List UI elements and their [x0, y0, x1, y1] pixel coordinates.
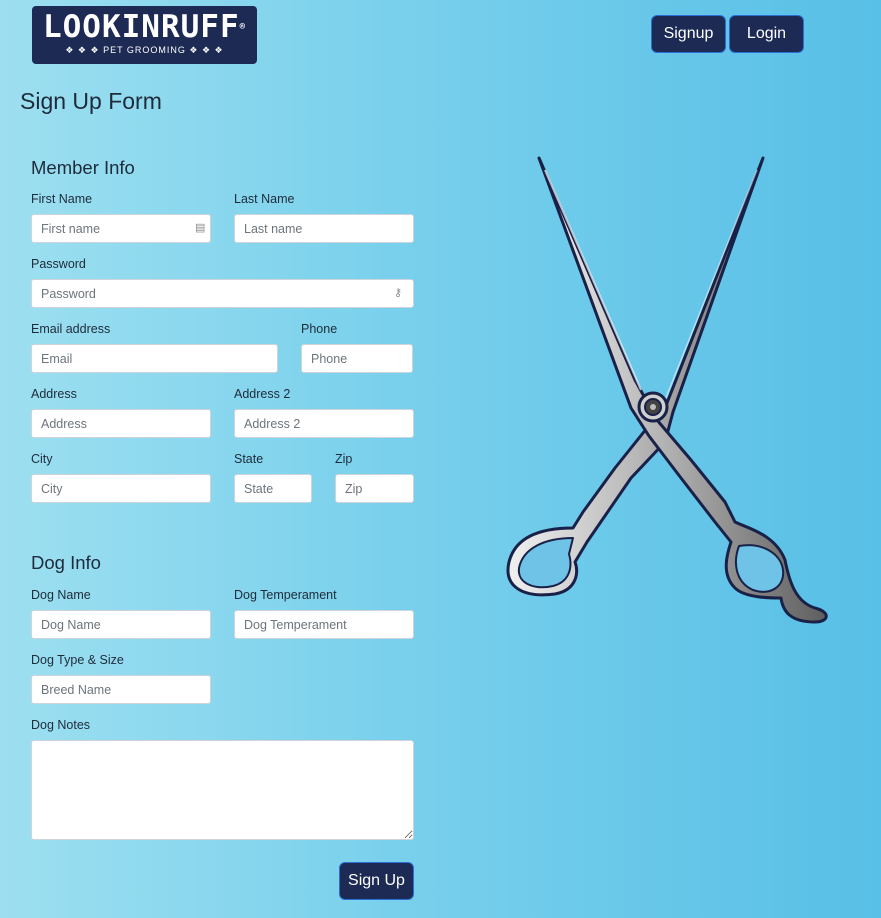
- phone-input[interactable]: [301, 344, 413, 373]
- first-name-input[interactable]: [31, 214, 211, 243]
- logo-tagline: ❖ ❖ ❖ PET GROOMING ❖ ❖ ❖: [65, 45, 224, 55]
- phone-label: Phone: [301, 322, 338, 336]
- key-icon[interactable]: ⚷: [394, 286, 402, 299]
- email-input[interactable]: [31, 344, 278, 373]
- zip-label: Zip: [335, 452, 353, 466]
- password-input[interactable]: [31, 279, 414, 308]
- dog-notes-label: Dog Notes: [31, 718, 91, 732]
- dog-temperament-label: Dog Temperament: [234, 588, 337, 602]
- dog-info-heading: Dog Info: [31, 552, 101, 573]
- sign-up-submit-button[interactable]: Sign Up: [339, 862, 414, 900]
- password-label: Password: [31, 257, 86, 271]
- address-input[interactable]: [31, 409, 211, 438]
- registered-mark: ®: [239, 22, 247, 32]
- email-label: Email address: [31, 322, 111, 336]
- dog-temperament-input[interactable]: [234, 610, 414, 639]
- dog-type-label: Dog Type & Size: [31, 653, 124, 667]
- address2-input[interactable]: [234, 409, 414, 438]
- last-name-label: Last Name: [234, 192, 295, 206]
- login-nav-button[interactable]: Login: [729, 15, 804, 53]
- member-info-heading: Member Info: [31, 157, 135, 178]
- state-label: State: [234, 452, 264, 466]
- dog-name-label: Dog Name: [31, 588, 91, 602]
- state-input[interactable]: [234, 474, 312, 503]
- logo-text: LOOKINRUFF: [42, 9, 240, 45]
- last-name-input[interactable]: [234, 214, 414, 243]
- address2-label: Address 2: [234, 387, 291, 401]
- logo[interactable]: LOOKINRUFF® ❖ ❖ ❖ PET GROOMING ❖ ❖ ❖: [32, 6, 257, 64]
- zip-input[interactable]: [335, 474, 414, 503]
- city-input[interactable]: [31, 474, 211, 503]
- dog-name-input[interactable]: [31, 610, 211, 639]
- page-title: Sign Up Form: [20, 88, 162, 114]
- first-name-label: First Name: [31, 192, 93, 206]
- contact-card-icon[interactable]: ▤: [195, 221, 205, 234]
- dog-notes-textarea[interactable]: [31, 740, 414, 840]
- city-label: City: [31, 452, 53, 466]
- address-label: Address: [31, 387, 77, 401]
- scissors-icon: [506, 156, 828, 624]
- signup-nav-button[interactable]: Signup: [651, 15, 726, 53]
- dog-type-input[interactable]: [31, 675, 211, 704]
